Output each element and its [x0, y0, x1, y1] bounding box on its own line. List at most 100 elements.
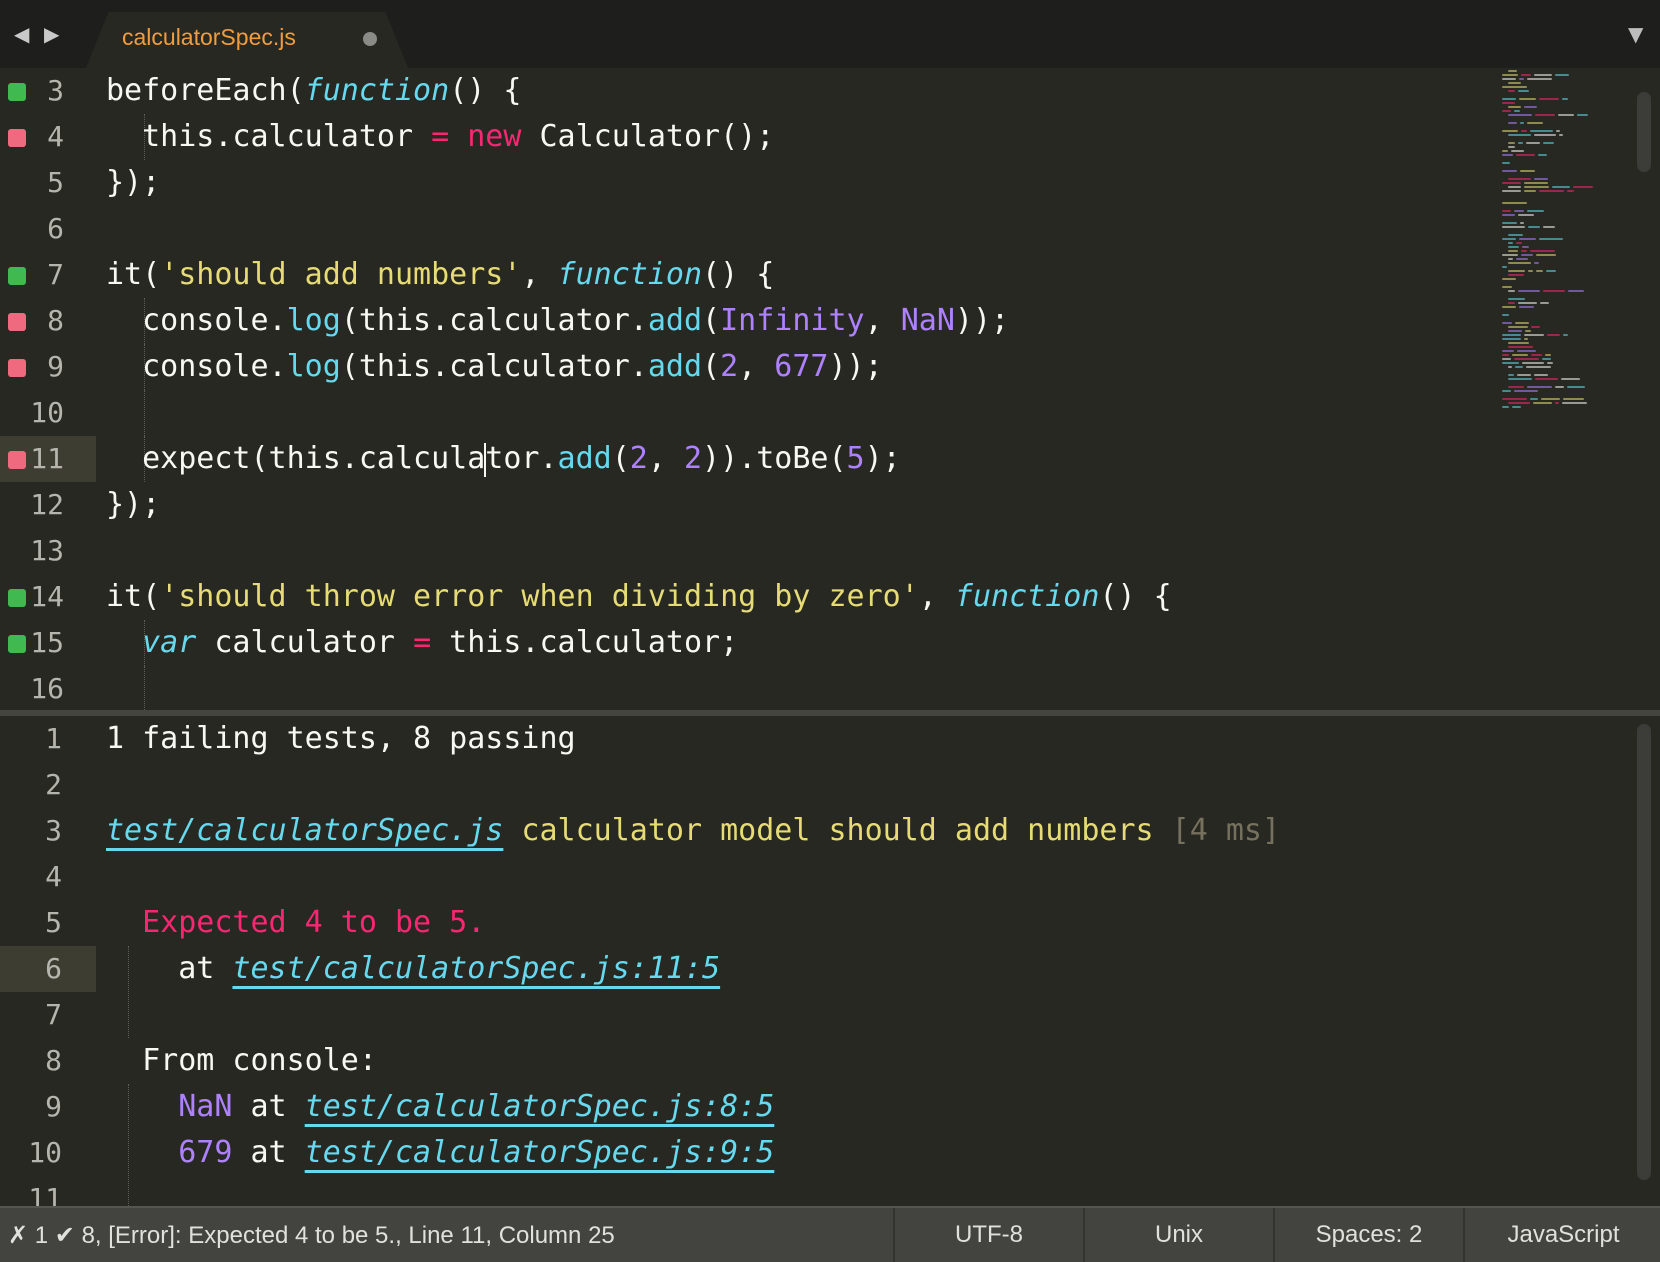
file-link[interactable]: test/calculatorSpec.js:8:5 [305, 1089, 775, 1124]
syntax-selector[interactable]: JavaScript [1463, 1208, 1660, 1262]
line-endings-selector[interactable]: Unix [1083, 1208, 1273, 1262]
editor-scrollbar[interactable] [1637, 92, 1651, 172]
output-line[interactable]: 2 [0, 762, 1520, 808]
code-token: at [106, 951, 233, 986]
code-token: = [431, 119, 450, 154]
minimap-stroke [1508, 386, 1524, 388]
minimap-stroke [1519, 238, 1536, 240]
output-line[interactable]: 8 From console: [0, 1038, 1520, 1084]
code-editor[interactable]: 3 beforeEach(function() {4 this.calculato… [0, 68, 1660, 710]
minimap[interactable] [1500, 70, 1610, 430]
code-token: )); [828, 349, 883, 384]
minimap-stroke [1535, 114, 1555, 116]
file-link[interactable]: test/calculatorSpec.js [106, 813, 503, 848]
test-output-panel[interactable]: 1 1 failing tests, 8 passing 2 3 test/calcul… [0, 716, 1660, 1206]
chevron-down-icon[interactable]: ▼ [1628, 22, 1643, 46]
code-token: ); [864, 441, 901, 476]
code-token: Calculator(); [521, 119, 775, 154]
editor-line[interactable]: 6 [0, 206, 1520, 252]
output-line[interactable]: 10 679 at test/calculatorSpec.js:9:5 [0, 1130, 1520, 1176]
code-text[interactable]: }); [106, 165, 160, 201]
output-line[interactable]: 5 Expected 4 to be 5. [0, 900, 1520, 946]
code-text[interactable]: }); [106, 487, 160, 523]
indent-guide [144, 666, 146, 710]
code-token: console. [106, 349, 287, 384]
minimap-stroke [1502, 102, 1515, 104]
editor-line[interactable]: 9 console.log(this.calculator.add(2, 677… [0, 344, 1520, 390]
line-number: 4 [45, 860, 62, 893]
encoding-selector[interactable]: UTF-8 [893, 1208, 1083, 1262]
code-text[interactable]: NaN at test/calculatorSpec.js:8:5 [106, 1089, 774, 1125]
minimap-stroke [1508, 82, 1521, 84]
minimap-stroke [1508, 70, 1517, 72]
minimap-stroke [1546, 270, 1556, 272]
minimap-stroke [1559, 134, 1563, 136]
code-text[interactable]: From console: [106, 1043, 377, 1079]
output-line[interactable]: 11 [0, 1176, 1520, 1206]
output-line[interactable]: 3 test/calculatorSpec.js calculator model… [0, 808, 1520, 854]
code-text[interactable]: console.log(this.calculator.add(Infinity… [106, 303, 1009, 339]
code-text[interactable]: it('should throw error when dividing by … [106, 579, 1172, 615]
editor-line[interactable]: 11 expect(this.calculator.add(2, 2)).toB… [0, 436, 1520, 482]
output-line[interactable]: 7 [0, 992, 1520, 1038]
file-link[interactable]: test/calculatorSpec.js:11:5 [232, 951, 720, 986]
minimap-stroke [1508, 186, 1521, 188]
code-text[interactable]: console.log(this.calculator.add(2, 677))… [106, 349, 883, 385]
indentation-selector[interactable]: Spaces: 2 [1273, 1208, 1463, 1262]
editor-line[interactable]: 13 [0, 528, 1520, 574]
minimap-stroke [1518, 90, 1529, 92]
code-token: beforeEach( [106, 73, 305, 108]
minimap-stroke [1515, 366, 1523, 368]
code-text[interactable]: this.calculator = new Calculator(); [106, 119, 774, 155]
minimap-stroke [1540, 302, 1549, 304]
minimap-stroke [1502, 390, 1511, 392]
minimap-stroke [1512, 354, 1528, 356]
minimap-stroke [1508, 290, 1515, 292]
code-token: , [647, 441, 684, 476]
output-line[interactable]: 6 at test/calculatorSpec.js:11:5 [0, 946, 1520, 992]
code-text[interactable]: 1 failing tests, 8 passing [106, 721, 576, 757]
minimap-stroke [1502, 182, 1521, 184]
output-line[interactable]: 1 1 failing tests, 8 passing [0, 716, 1520, 762]
nav-back-icon[interactable]: ◀ [14, 22, 29, 46]
minimap-stroke [1502, 150, 1508, 152]
minimap-stroke [1533, 402, 1552, 404]
editor-line[interactable]: 5}); [0, 160, 1520, 206]
minimap-stroke [1508, 330, 1522, 332]
code-token: ( [702, 349, 721, 384]
code-text[interactable]: 679 at test/calculatorSpec.js:9:5 [106, 1135, 774, 1171]
code-token: }); [106, 165, 161, 200]
file-link[interactable]: test/calculatorSpec.js:9:5 [305, 1135, 775, 1170]
editor-line[interactable]: 4 this.calculator = new Calculator(); [0, 114, 1520, 160]
unsaved-dot-icon[interactable] [363, 32, 377, 46]
editor-line[interactable]: 14 it('should throw error when dividing b… [0, 574, 1520, 620]
editor-line[interactable]: 12}); [0, 482, 1520, 528]
code-text[interactable]: var calculator = this.calculator; [106, 625, 738, 661]
minimap-stroke [1508, 274, 1524, 276]
editor-line[interactable]: 7 it('should add numbers', function() { [0, 252, 1520, 298]
code-token: new [467, 119, 522, 154]
minimap-stroke [1534, 262, 1539, 264]
editor-line[interactable]: 3 beforeEach(function() { [0, 68, 1520, 114]
code-text[interactable]: expect(this.calculator.add(2, 2)).toBe(5… [106, 441, 901, 477]
code-text[interactable]: beforeEach(function() { [106, 73, 521, 109]
code-text[interactable]: it('should add numbers', function() { [106, 257, 774, 293]
code-token: (this.calculator. [340, 303, 648, 338]
code-text[interactable]: at test/calculatorSpec.js:11:5 [106, 951, 720, 987]
output-line[interactable]: 4 [0, 854, 1520, 900]
code-text[interactable]: test/calculatorSpec.js calculator model … [106, 813, 1280, 849]
minimap-stroke [1556, 130, 1560, 132]
editor-line[interactable]: 15 var calculator = this.calculator; [0, 620, 1520, 666]
minimap-stroke [1508, 298, 1525, 300]
output-line[interactable]: 9 NaN at test/calculatorSpec.js:8:5 [0, 1084, 1520, 1130]
nav-forward-icon[interactable]: ▶ [44, 22, 59, 46]
tab-title[interactable]: calculatorSpec.js [122, 22, 296, 52]
minimap-stroke [1514, 110, 1520, 112]
editor-line[interactable]: 10 [0, 390, 1520, 436]
output-scrollbar[interactable] [1637, 724, 1651, 1180]
editor-line[interactable]: 8 console.log(this.calculator.add(Infini… [0, 298, 1520, 344]
editor-line[interactable]: 16 [0, 666, 1520, 710]
code-text[interactable]: Expected 4 to be 5. [106, 905, 485, 941]
minimap-stroke [1521, 254, 1533, 256]
code-token: add [557, 441, 612, 476]
